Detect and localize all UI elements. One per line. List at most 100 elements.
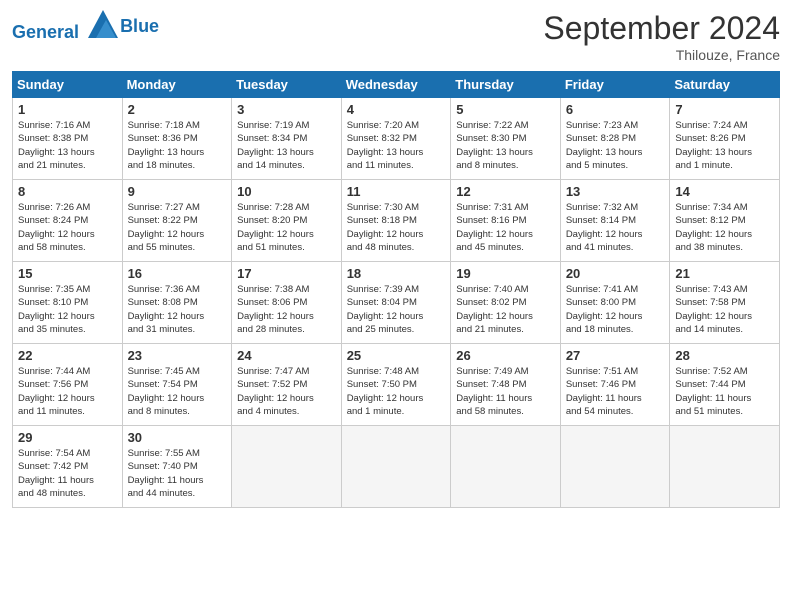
day-number: 12 [456, 184, 555, 199]
calendar-cell: 15 Sunrise: 7:35 AMSunset: 8:10 PMDayligh… [13, 262, 123, 344]
calendar-cell: 30Sunrise: 7:55 AMSunset: 7:40 PMDayligh… [122, 426, 232, 508]
day-number: 18 [347, 266, 446, 281]
day-info: Sunrise: 7:54 AMSunset: 7:42 PMDaylight:… [18, 447, 117, 500]
calendar-cell: 28 Sunrise: 7:52 AMSunset: 7:44 PMDayligh… [670, 344, 780, 426]
day-number: 7 [675, 102, 774, 117]
col-tuesday: Tuesday [232, 72, 342, 98]
day-number: 10 [237, 184, 336, 199]
calendar-cell: 25 Sunrise: 7:48 AMSunset: 7:50 PMDayligh… [341, 344, 451, 426]
day-number: 6 [566, 102, 665, 117]
calendar-cell: 1Sunrise: 7:16 AMSunset: 8:38 PMDaylight… [13, 98, 123, 180]
day-info: Sunrise: 7:18 AMSunset: 8:36 PMDaylight:… [128, 119, 227, 172]
col-sunday: Sunday [13, 72, 123, 98]
day-info: Sunrise: 7:35 AMSunset: 8:10 PMDaylight:… [18, 283, 117, 336]
day-number: 30 [128, 430, 227, 445]
day-info: Sunrise: 7:44 AMSunset: 7:56 PMDaylight:… [18, 365, 117, 418]
day-info: Sunrise: 7:43 AMSunset: 7:58 PMDaylight:… [675, 283, 774, 336]
col-thursday: Thursday [451, 72, 561, 98]
calendar-cell [232, 426, 342, 508]
calendar-week-3: 15 Sunrise: 7:35 AMSunset: 8:10 PMDayligh… [13, 262, 780, 344]
calendar-cell [451, 426, 561, 508]
day-number: 8 [18, 184, 117, 199]
calendar-cell: 7 Sunrise: 7:24 AMSunset: 8:26 PMDaylight… [670, 98, 780, 180]
day-number: 14 [675, 184, 774, 199]
calendar-cell [341, 426, 451, 508]
calendar-cell: 17 Sunrise: 7:38 AMSunset: 8:06 PMDayligh… [232, 262, 342, 344]
day-number: 4 [347, 102, 446, 117]
day-number: 19 [456, 266, 555, 281]
calendar-cell: 29 Sunrise: 7:54 AMSunset: 7:42 PMDayligh… [13, 426, 123, 508]
day-info: Sunrise: 7:34 AMSunset: 8:12 PMDaylight:… [675, 201, 774, 254]
calendar-cell: 16Sunrise: 7:36 AMSunset: 8:08 PMDayligh… [122, 262, 232, 344]
day-number: 9 [128, 184, 227, 199]
day-info: Sunrise: 7:40 AMSunset: 8:02 PMDaylight:… [456, 283, 555, 336]
day-info: Sunrise: 7:30 AMSunset: 8:18 PMDaylight:… [347, 201, 446, 254]
calendar-cell: 27 Sunrise: 7:51 AMSunset: 7:46 PMDayligh… [560, 344, 670, 426]
logo-text: General [12, 10, 118, 43]
calendar-cell: 2 Sunrise: 7:18 AMSunset: 8:36 PMDaylight… [122, 98, 232, 180]
day-info: Sunrise: 7:22 AMSunset: 8:30 PMDaylight:… [456, 119, 555, 172]
calendar-cell: 3Sunrise: 7:19 AMSunset: 8:34 PMDaylight… [232, 98, 342, 180]
col-monday: Monday [122, 72, 232, 98]
day-info: Sunrise: 7:41 AMSunset: 8:00 PMDaylight:… [566, 283, 665, 336]
day-number: 29 [18, 430, 117, 445]
day-number: 17 [237, 266, 336, 281]
calendar-cell: 4 Sunrise: 7:20 AMSunset: 8:32 PMDaylight… [341, 98, 451, 180]
col-friday: Friday [560, 72, 670, 98]
calendar-cell [560, 426, 670, 508]
title-area: September 2024 Thilouze, France [543, 10, 780, 63]
day-info: Sunrise: 7:36 AMSunset: 8:08 PMDaylight:… [128, 283, 227, 336]
day-number: 11 [347, 184, 446, 199]
day-number: 5 [456, 102, 555, 117]
day-number: 3 [237, 102, 336, 117]
day-info: Sunrise: 7:16 AMSunset: 8:38 PMDaylight:… [18, 119, 117, 172]
calendar-cell: 14 Sunrise: 7:34 AMSunset: 8:12 PMDayligh… [670, 180, 780, 262]
calendar-cell [670, 426, 780, 508]
calendar-cell: 18Sunrise: 7:39 AMSunset: 8:04 PMDayligh… [341, 262, 451, 344]
day-number: 25 [347, 348, 446, 363]
calendar-week-1: 1Sunrise: 7:16 AMSunset: 8:38 PMDaylight… [13, 98, 780, 180]
day-number: 2 [128, 102, 227, 117]
day-info: Sunrise: 7:24 AMSunset: 8:26 PMDaylight:… [675, 119, 774, 172]
location: Thilouze, France [543, 47, 780, 63]
calendar-table: Sunday Monday Tuesday Wednesday Thursday… [12, 71, 780, 508]
day-number: 15 [18, 266, 117, 281]
day-info: Sunrise: 7:20 AMSunset: 8:32 PMDaylight:… [347, 119, 446, 172]
calendar-cell: 12 Sunrise: 7:31 AMSunset: 8:16 PMDayligh… [451, 180, 561, 262]
day-info: Sunrise: 7:49 AMSunset: 7:48 PMDaylight:… [456, 365, 555, 418]
day-info: Sunrise: 7:51 AMSunset: 7:46 PMDaylight:… [566, 365, 665, 418]
day-info: Sunrise: 7:26 AMSunset: 8:24 PMDaylight:… [18, 201, 117, 254]
day-number: 28 [675, 348, 774, 363]
calendar-cell: 24Sunrise: 7:47 AMSunset: 7:52 PMDayligh… [232, 344, 342, 426]
day-number: 21 [675, 266, 774, 281]
calendar-cell: 21 Sunrise: 7:43 AMSunset: 7:58 PMDayligh… [670, 262, 780, 344]
day-info: Sunrise: 7:47 AMSunset: 7:52 PMDaylight:… [237, 365, 336, 418]
day-info: Sunrise: 7:38 AMSunset: 8:06 PMDaylight:… [237, 283, 336, 336]
col-wednesday: Wednesday [341, 72, 451, 98]
day-info: Sunrise: 7:48 AMSunset: 7:50 PMDaylight:… [347, 365, 446, 418]
logo: General Blue [12, 10, 159, 43]
calendar-cell: 13 Sunrise: 7:32 AMSunset: 8:14 PMDayligh… [560, 180, 670, 262]
day-number: 27 [566, 348, 665, 363]
day-info: Sunrise: 7:32 AMSunset: 8:14 PMDaylight:… [566, 201, 665, 254]
calendar-week-2: 8 Sunrise: 7:26 AMSunset: 8:24 PMDaylight… [13, 180, 780, 262]
calendar-cell: 8 Sunrise: 7:26 AMSunset: 8:24 PMDaylight… [13, 180, 123, 262]
calendar-cell: 23Sunrise: 7:45 AMSunset: 7:54 PMDayligh… [122, 344, 232, 426]
day-info: Sunrise: 7:28 AMSunset: 8:20 PMDaylight:… [237, 201, 336, 254]
logo-icon [88, 10, 118, 38]
day-info: Sunrise: 7:31 AMSunset: 8:16 PMDaylight:… [456, 201, 555, 254]
page-container: General Blue September 2024 Thilouze, Fr… [0, 0, 792, 518]
day-number: 23 [128, 348, 227, 363]
day-info: Sunrise: 7:52 AMSunset: 7:44 PMDaylight:… [675, 365, 774, 418]
calendar-cell: 5 Sunrise: 7:22 AMSunset: 8:30 PMDaylight… [451, 98, 561, 180]
day-number: 20 [566, 266, 665, 281]
logo-blue: Blue [120, 16, 159, 37]
calendar-cell: 26Sunrise: 7:49 AMSunset: 7:48 PMDayligh… [451, 344, 561, 426]
calendar-cell: 9Sunrise: 7:27 AMSunset: 8:22 PMDaylight… [122, 180, 232, 262]
day-info: Sunrise: 7:23 AMSunset: 8:28 PMDaylight:… [566, 119, 665, 172]
calendar-cell: 20 Sunrise: 7:41 AMSunset: 8:00 PMDayligh… [560, 262, 670, 344]
header-row: Sunday Monday Tuesday Wednesday Thursday… [13, 72, 780, 98]
header: General Blue September 2024 Thilouze, Fr… [12, 10, 780, 63]
day-number: 22 [18, 348, 117, 363]
day-number: 13 [566, 184, 665, 199]
